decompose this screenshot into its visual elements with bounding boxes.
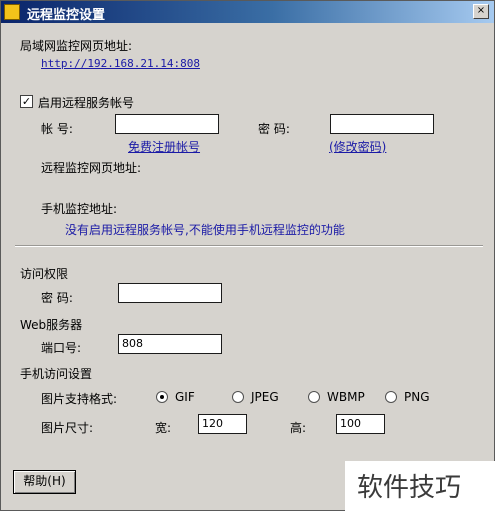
- section-divider: [15, 245, 483, 247]
- image-size-label: 图片尺寸:: [41, 421, 94, 435]
- mobile-url-label: 手机监控地址:: [41, 202, 118, 216]
- format-png-radio[interactable]: [385, 391, 397, 403]
- port-label: 端口号:: [41, 341, 82, 355]
- format-gif-label: GIF: [175, 390, 195, 404]
- width-input[interactable]: 120: [198, 414, 247, 434]
- register-account-link[interactable]: 免费注册帐号: [128, 138, 200, 155]
- format-png-label: PNG: [404, 390, 430, 404]
- help-button[interactable]: 帮助(H): [13, 470, 76, 494]
- mobile-access-section-label: 手机访问设置: [20, 367, 93, 381]
- app-icon: [4, 4, 20, 20]
- width-label: 宽:: [155, 421, 172, 435]
- access-password-input[interactable]: [118, 283, 222, 303]
- title-bar[interactable]: 远程监控设置 ×: [1, 1, 494, 23]
- access-section-label: 访问权限: [20, 267, 69, 281]
- port-input[interactable]: 808: [118, 334, 222, 354]
- lan-url-link[interactable]: http://192.168.21.14:808: [41, 57, 200, 70]
- access-password-label: 密 码:: [41, 291, 73, 305]
- watermark-text: 软件技巧: [357, 473, 462, 503]
- remote-url-label: 远程监控网页地址:: [41, 161, 142, 175]
- account-input[interactable]: [115, 114, 219, 134]
- format-jpeg-label: JPEG: [251, 390, 279, 404]
- remote-monitor-settings-window: 远程监控设置 × 局域网监控网页地址: http://192.168.21.14…: [0, 0, 495, 511]
- close-button[interactable]: ×: [473, 4, 489, 19]
- lan-url-label: 局域网监控网页地址:: [20, 39, 133, 53]
- account-label: 帐 号:: [41, 122, 73, 136]
- format-jpeg-radio[interactable]: [232, 391, 244, 403]
- image-format-label: 图片支持格式:: [41, 392, 118, 406]
- height-input[interactable]: 100: [336, 414, 385, 434]
- radio-selected-dot: [160, 395, 164, 399]
- enable-remote-account-label: 启用远程服务帐号: [38, 96, 135, 110]
- watermark: 软件技巧: [345, 461, 495, 511]
- enable-remote-account-checkbox[interactable]: ✓: [20, 95, 33, 108]
- format-wbmp-label: WBMP: [327, 390, 365, 404]
- window-title: 远程监控设置: [27, 8, 106, 23]
- mobile-url-note: 没有启用远程服务帐号,不能使用手机远程监控的功能: [65, 223, 345, 237]
- web-server-section-label: Web服务器: [20, 318, 83, 332]
- height-label: 高:: [290, 421, 307, 435]
- format-wbmp-radio[interactable]: [308, 391, 320, 403]
- change-password-link[interactable]: (修改密码): [329, 138, 386, 155]
- password-label: 密 码:: [258, 122, 290, 136]
- password-input[interactable]: [330, 114, 434, 134]
- format-gif-radio[interactable]: [156, 391, 168, 403]
